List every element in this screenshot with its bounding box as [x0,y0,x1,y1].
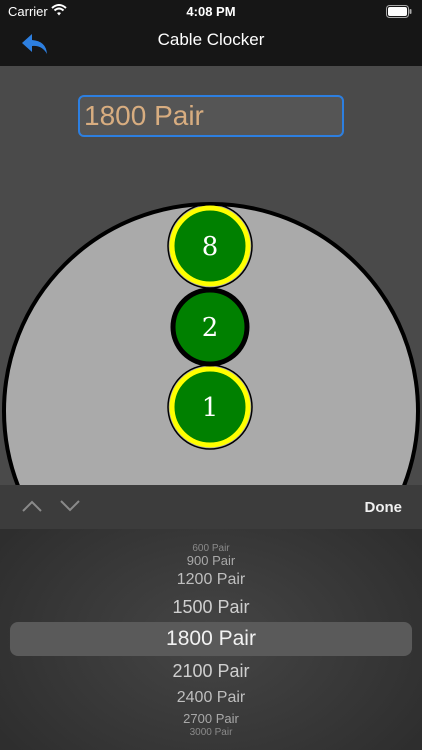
page-title: Cable Clocker [157,30,265,49]
picker-option[interactable]: 900 Pair [0,553,422,568]
pair-circle-top[interactable]: 8 [167,203,253,289]
status-time: 4:08 PM [186,4,236,19]
pair-circle-middle-label: 2 [202,313,219,343]
picker-option[interactable]: 2400 Pair [0,689,422,707]
picker-option[interactable]: 1500 Pair [0,597,422,618]
picker-toolbar: Done [0,485,422,529]
battery-icon [386,5,412,21]
pair-circle-bottom[interactable]: 1 [167,364,253,450]
picker-option[interactable]: 1200 Pair [0,571,422,589]
pair-circle-top-label: 8 [202,232,219,262]
picker-option[interactable]: 2700 Pair [0,711,422,726]
pair-circle-bottom-label: 1 [202,393,219,423]
pair-picker[interactable]: 600 Pair 900 Pair 1200 Pair 1500 Pair 18… [0,529,422,750]
pair-count-field[interactable] [78,95,344,137]
pair-circle-middle[interactable]: 2 [170,287,250,367]
picker-option-selected[interactable]: 1800 Pair [0,627,422,651]
status-bar: Carrier 4:08 PM [0,0,422,24]
chevron-up-icon[interactable] [22,499,42,517]
navigation-bar: Cable Clocker [0,24,422,66]
cable-diagram: 8 2 1 [0,196,422,486]
picker-option[interactable]: 3000 Pair [0,727,422,738]
done-button[interactable]: Done [365,499,403,516]
chevron-down-icon[interactable] [60,499,80,517]
picker-option[interactable]: 2100 Pair [0,661,422,682]
